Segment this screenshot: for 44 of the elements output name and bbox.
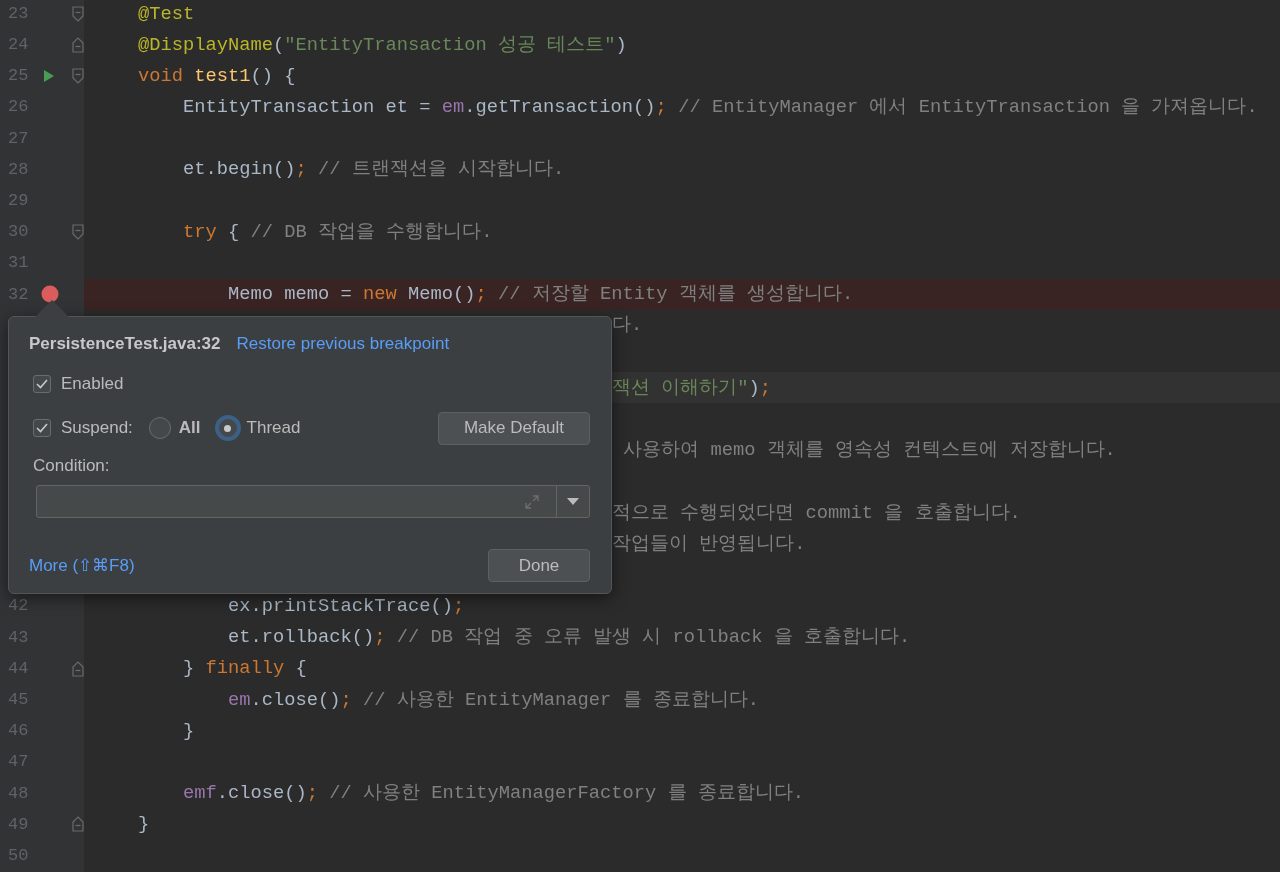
dropdown-icon[interactable] <box>567 498 579 505</box>
done-button[interactable]: Done <box>488 549 590 582</box>
code-line: EntityTransaction et = em.getTransaction(); // EntityManager 에서 EntityTransaction 을 가져옵니다. <box>182 95 1258 121</box>
fold-icon[interactable] <box>72 36 84 53</box>
code-line: em.close(); // 사용한 EntityManager 를 종료합니다. <box>227 687 760 713</box>
fold-icon[interactable] <box>72 67 84 84</box>
checkbox[interactable] <box>33 419 51 437</box>
expand-icon[interactable] <box>524 493 540 510</box>
suspend-label: Suspend: <box>61 417 133 440</box>
code-line: 잭션 이해하기"); <box>612 375 772 401</box>
radio-button[interactable] <box>216 417 239 439</box>
radio-button[interactable] <box>148 417 171 439</box>
radio-label: All <box>178 417 201 440</box>
code-line: ex.printStackTrace(); <box>227 594 465 620</box>
fold-icon[interactable] <box>72 5 84 22</box>
enabled-label: Enabled <box>61 373 124 396</box>
code-line: try { // DB 작업을 수행합니다. <box>182 219 493 245</box>
radio-label: Thread <box>246 417 301 440</box>
code-line: } <box>182 718 195 744</box>
run-icon[interactable] <box>43 68 56 83</box>
make-default-button[interactable]: Make Default <box>438 411 590 445</box>
code-line: emf.close(); // 사용한 EntityManagerFactory 를 종료합니다. <box>182 781 805 807</box>
code-line: void test1() { <box>137 63 296 89</box>
breakpoint-icon[interactable] <box>40 285 59 304</box>
code-line: } <box>137 812 150 838</box>
fold-icon[interactable] <box>72 223 84 240</box>
code-line: 작업들이 반영됩니다. <box>612 531 806 557</box>
fold-icon[interactable] <box>72 660 84 677</box>
more-link[interactable]: More (⇧⌘F8) <box>29 552 135 579</box>
breakpoint-title: PersistenceTest.java:32 <box>29 333 221 356</box>
code-line: 사용하여 memo 객체를 영속성 컨텍스트에 저장합니다. <box>622 438 1116 464</box>
code-line: } finally { <box>182 656 307 682</box>
condition-field[interactable] <box>36 485 590 518</box>
code-line: 적으로 수행되었다면 commit 을 호출합니다. <box>612 500 1021 526</box>
code-line: et.begin(); // 트랜잭션을 시작합니다. <box>182 157 565 183</box>
condition-label: Condition: <box>33 455 111 477</box>
fold-icon[interactable] <box>72 816 84 833</box>
code-line: 다. <box>612 313 643 339</box>
code-line: @DisplayName("EntityTransaction 성공 테스트") <box>137 32 627 58</box>
restore-breakpoint-link[interactable]: Restore previous breakpoint <box>236 331 450 357</box>
checkbox[interactable] <box>33 375 51 393</box>
code-line: Memo memo = new Memo(); // 저장할 Entity 객체를 생성합니다. <box>227 282 854 308</box>
code-line: @Test <box>137 1 195 27</box>
code-line: et.rollback(); // DB 작업 중 오류 발생 시 rollback 을 호출합니다. <box>227 625 911 651</box>
